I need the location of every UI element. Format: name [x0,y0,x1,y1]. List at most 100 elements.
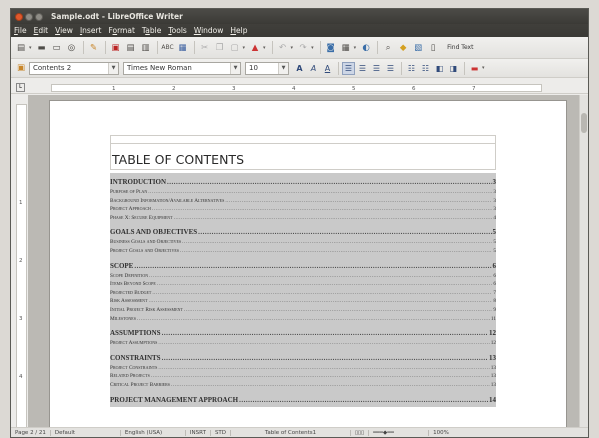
toc-heading-entry[interactable]: INTRODUCTION 3 [110,173,496,189]
justify-icon[interactable]: ☰ [384,62,397,75]
toc-subentry[interactable]: Related Projects 13 [110,373,496,382]
paragraph-style-select[interactable]: Contents 2 ▼ [29,61,119,75]
bold-icon[interactable]: A [293,62,306,75]
navigator-icon[interactable]: ◆ [396,41,410,55]
ruler-strip[interactable]: 1 2 3 4 5 6 7 [51,84,542,92]
page-indicator[interactable]: Page 2 / 21 [11,429,51,436]
find-replace-icon[interactable]: ⌕ [381,41,395,55]
maximize-window-button[interactable] [35,12,43,21]
open-icon[interactable]: ▬ [35,41,49,55]
menu-insert[interactable]: Insert [80,26,102,35]
toc-page-number: 5 [492,228,497,237]
find-text-button[interactable]: Find Text [447,44,473,51]
copy-icon[interactable]: ❐ [213,41,227,55]
font-size-select[interactable]: 10 ▼ [245,61,289,75]
clone-dropdown-icon[interactable]: ▾ [263,45,266,51]
zoom-slider[interactable]: ━━━◆━━ [369,429,430,436]
menu-file[interactable]: File [14,26,27,35]
new-document-icon[interactable]: ▤ [14,41,28,55]
view-layout-icon[interactable]: ▯▯▯ [351,429,370,436]
print-preview-icon[interactable]: ▥ [139,41,153,55]
toc-subentry[interactable]: Project Assumptions 12 [110,340,496,349]
toc-subentry[interactable]: Project Goals and Objectives 5 [110,248,496,257]
menu-tools[interactable]: Tools [168,26,186,35]
selection-mode[interactable]: STD [211,429,232,436]
toc-entry-title: INTRODUCTION [110,178,167,186]
font-color-dropdown-icon[interactable]: ▾ [482,65,485,71]
table-of-contents[interactable]: INTRODUCTION 3 Purpose of Plan 3 Background … [110,173,496,407]
bullets-icon[interactable]: ☷ [419,62,432,75]
toc-subentry[interactable]: Project Approach 3 [110,206,496,215]
toc-heading-entry[interactable]: GOALS AND OBJECTIVES 5 [110,223,496,239]
toc-subentry[interactable]: Critical Project Barriers 13 [110,382,496,391]
close-window-button[interactable] [15,12,23,21]
minimize-window-button[interactable] [25,12,33,21]
paste-icon[interactable]: ▢ [228,41,242,55]
document-page[interactable]: TABLE OF CONTENTS INTRODUCTION3Purpose o… [49,100,567,428]
menu-window[interactable]: Window [194,26,224,35]
cut-icon[interactable]: ✂ [198,41,212,55]
toc-heading-entry[interactable]: ASSUMPTIONS 12 [110,324,496,340]
vertical-ruler[interactable]: 1 2 3 4 [16,104,27,429]
vertical-scrollbar[interactable] [579,95,588,428]
gallery-icon[interactable]: ▧ [411,41,425,55]
toc-subentry[interactable]: Projected Budget 7 [110,290,496,299]
styles-formatting-icon[interactable]: ▣ [14,61,28,75]
toc-heading-entry[interactable]: CONSTRAINTS 13 [110,349,496,365]
undo-icon[interactable]: ↶ [276,41,290,55]
tab-type-icon[interactable]: L [16,83,25,92]
table-dropdown-icon[interactable]: ▾ [354,45,357,51]
edit-file-icon[interactable]: ✎ [87,41,101,55]
font-color-icon[interactable]: ▬ [468,62,481,75]
toc-subentry[interactable]: Phase X: Secure Equipment 4 [110,215,496,224]
align-right-icon[interactable]: ☰ [370,62,383,75]
autospellcheck-icon[interactable]: ▦ [176,41,190,55]
spellcheck-icon[interactable]: ABC [161,41,175,55]
scrollbar-thumb[interactable] [581,113,587,133]
insert-mode[interactable]: INSRT [186,429,211,436]
zoom-level[interactable]: 100% [429,430,453,436]
toc-subentry[interactable]: Items Beyond Scope 6 [110,281,496,290]
clone-formatting-icon[interactable]: ▲ [248,41,262,55]
menu-edit[interactable]: Edit [34,26,49,35]
page-style[interactable]: Default [51,429,121,436]
italic-icon[interactable]: A [307,62,320,75]
toc-heading-entry[interactable]: PROJECT MANAGEMENT APPROACH 14 [110,391,496,407]
increase-indent-icon[interactable]: ◨ [447,62,460,75]
toc-subentry[interactable]: Scope Definition 6 [110,273,496,282]
new-dropdown-icon[interactable]: ▾ [29,45,32,51]
toc-subentry[interactable]: Business Goals and Objectives 5 [110,239,496,248]
toc-subentry[interactable]: Milestones 11 [110,316,496,325]
align-left-icon[interactable]: ☰ [342,61,355,75]
toc-subentry[interactable]: Background Information/Available Alterna… [110,198,496,207]
underline-icon[interactable]: A [321,62,334,75]
table-icon[interactable]: ▦ [339,41,353,55]
email-icon[interactable]: ◎ [65,41,79,55]
font-name-select[interactable]: Times New Roman ▼ [123,61,241,75]
toc-title[interactable]: TABLE OF CONTENTS [110,143,496,170]
redo-dropdown-icon[interactable]: ▾ [311,45,314,51]
zoom-icon[interactable]: ▯ [426,41,440,55]
toc-subentry[interactable]: Risk Assessment 8 [110,298,496,307]
undo-dropdown-icon[interactable]: ▾ [291,45,294,51]
horizontal-ruler[interactable]: L 1 2 3 4 5 6 7 [11,82,588,94]
numbering-icon[interactable]: ☷ [405,62,418,75]
toc-heading-entry[interactable]: SCOPE 6 [110,257,496,273]
toc-subentry[interactable]: Initial Project Risk Assessment 9 [110,307,496,316]
menu-format[interactable]: Format [108,26,134,35]
align-center-icon[interactable]: ☰ [356,62,369,75]
redo-icon[interactable]: ↷ [296,41,310,55]
hyperlink-icon[interactable]: ◙ [324,41,338,55]
paste-dropdown-icon[interactable]: ▾ [243,45,246,51]
menu-help[interactable]: Help [230,26,247,35]
menu-table[interactable]: Table [142,26,161,35]
print-icon[interactable]: ▤ [124,41,138,55]
decrease-indent-icon[interactable]: ◧ [433,62,446,75]
toc-subentry[interactable]: Project Constraints 13 [110,365,496,374]
export-pdf-icon[interactable]: ▣ [109,41,123,55]
show-draw-functions-icon[interactable]: ◐ [359,41,373,55]
toc-subentry[interactable]: Purpose of Plan 3 [110,189,496,198]
menu-view[interactable]: View [55,26,73,35]
save-icon[interactable]: ▭ [50,41,64,55]
language[interactable]: English (USA) [121,429,186,436]
